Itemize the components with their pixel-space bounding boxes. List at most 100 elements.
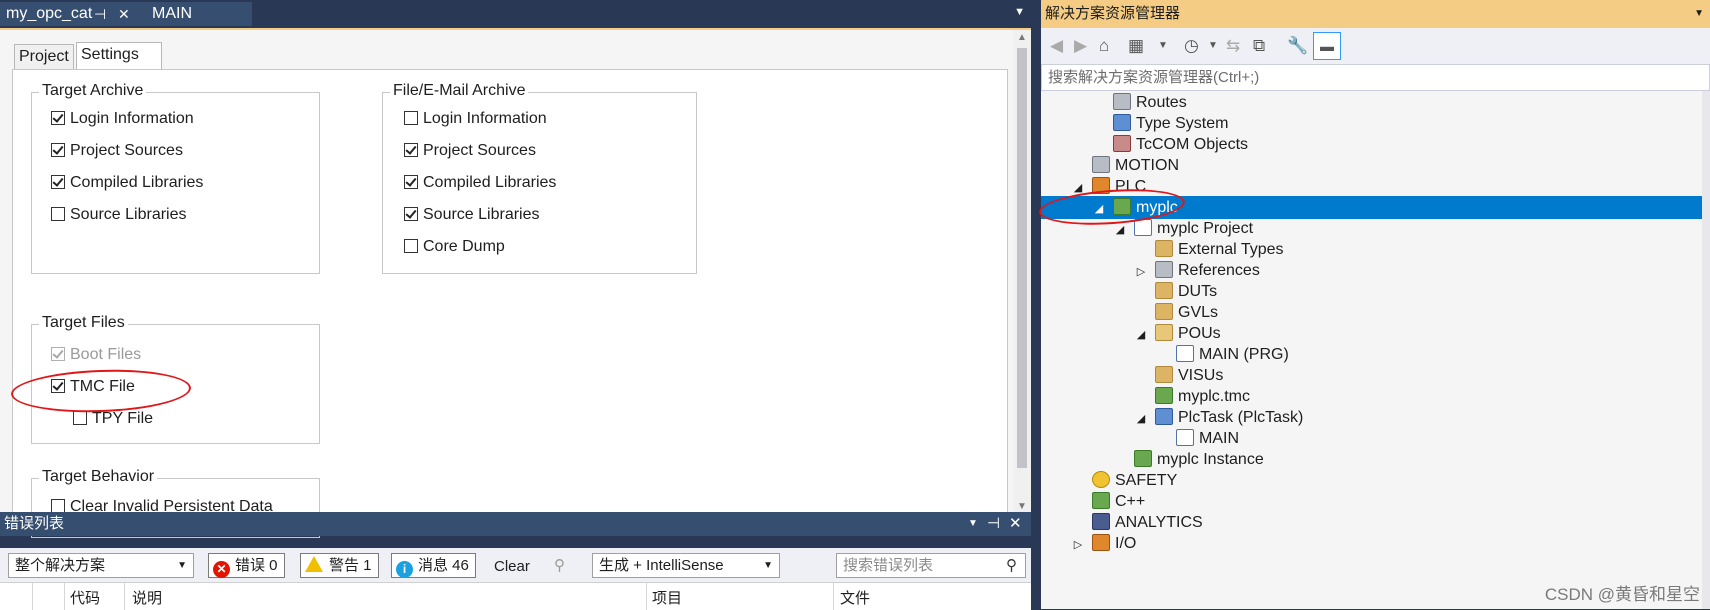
editor-scrollbar[interactable]: ▲ ▼ — [1013, 30, 1031, 514]
target-archive-group: Target Archive Login Information Project… — [31, 82, 320, 274]
checkbox-tpy-file[interactable]: TPY File — [73, 409, 153, 429]
tree-item-label: ANALYTICS — [1115, 514, 1203, 531]
group-title: Target Behavior — [39, 468, 158, 486]
tree-item-label: References — [1178, 262, 1260, 279]
tab-project[interactable]: Project — [14, 44, 74, 70]
tree-item-external-types[interactable]: External Types — [1041, 238, 1284, 261]
checkbox-checked-icon — [51, 143, 65, 157]
forward-icon[interactable]: ▶ — [1074, 36, 1087, 56]
tree-item-myplc-project[interactable]: ◢ myplc Project — [1041, 217, 1253, 240]
column-header-description[interactable]: 说明 — [132, 587, 162, 608]
pin-icon[interactable]: ⊣ — [987, 512, 1000, 536]
checkbox-source-libraries[interactable]: Source Libraries — [404, 205, 540, 225]
folder-icon — [1155, 366, 1173, 383]
tree-item-routes[interactable]: Routes — [1041, 91, 1187, 114]
pin-icon[interactable]: ⊣ — [94, 2, 106, 26]
collapse-all-icon[interactable]: ⧉ — [1253, 36, 1265, 56]
preview-selected-icon[interactable]: ▬ — [1313, 32, 1341, 60]
plc-icon — [1092, 177, 1110, 194]
tree-item-type-system[interactable]: Type System — [1041, 112, 1228, 135]
build-source-value: 生成 + IntelliSense — [599, 557, 724, 574]
scope-value: 整个解决方案 — [15, 557, 106, 574]
task-call-icon — [1176, 429, 1194, 446]
checkbox-unchecked-icon — [404, 239, 418, 253]
errors-filter-button[interactable]: ✕ 错误 0 — [208, 553, 285, 578]
tab-my-opc-cat[interactable]: my_opc_cat ⊣ ✕ — [0, 2, 146, 26]
close-icon[interactable]: ✕ — [1009, 512, 1022, 536]
checkbox-boot-files: Boot Files — [51, 345, 141, 365]
tree-item-motion[interactable]: MOTION — [1041, 154, 1179, 177]
tree-item-label: GVLs — [1178, 304, 1219, 321]
clear-button[interactable]: Clear — [494, 558, 530, 575]
type-system-icon — [1113, 114, 1131, 131]
checkbox-label: Login Information — [423, 110, 547, 127]
tree-item-tccom-objects[interactable]: TcCOM Objects — [1041, 133, 1248, 156]
program-icon — [1176, 345, 1194, 362]
tree-item-main[interactable]: MAIN — [1041, 427, 1239, 450]
tree-item-visus[interactable]: VISUs — [1041, 364, 1223, 387]
checkbox-project-sources[interactable]: Project Sources — [51, 141, 183, 161]
tree-item-duts[interactable]: DUTs — [1041, 280, 1217, 303]
messages-filter-button[interactable]: i 消息 46 — [391, 553, 476, 578]
checkbox-source-libraries[interactable]: Source Libraries — [51, 205, 187, 225]
search-icon[interactable]: ⚲ — [1006, 554, 1017, 577]
build-source-select[interactable]: 生成 + IntelliSense ▼ — [592, 553, 780, 578]
filter-icon[interactable]: ⚲ — [554, 556, 565, 574]
tree-item-c[interactable]: C++ — [1041, 490, 1145, 513]
tab-settings[interactable]: Settings — [76, 42, 162, 72]
pane-splitter[interactable] — [1031, 0, 1041, 609]
errors-count: 错误 0 — [235, 557, 278, 574]
tree-item-myplc[interactable]: ◢ myplc — [1041, 196, 1702, 219]
instance-icon — [1134, 450, 1152, 467]
tree-item-analytics[interactable]: ANALYTICS — [1041, 511, 1203, 534]
pending-changes-icon[interactable]: ◷ — [1184, 36, 1199, 56]
tree-item-myplc-instance[interactable]: myplc Instance — [1041, 448, 1264, 471]
chevron-down-icon[interactable]: ▼ — [1158, 40, 1168, 51]
column-header-project[interactable]: 项目 — [652, 587, 682, 608]
solution-search-input[interactable]: 搜索解决方案资源管理器(Ctrl+;) — [1041, 64, 1710, 91]
plc-project-icon — [1113, 198, 1131, 215]
checkbox-checked-icon — [404, 175, 418, 189]
tree-item-pous[interactable]: ◢ POUs — [1041, 322, 1221, 345]
expand-arrow-icon[interactable]: ▷ — [1071, 534, 1085, 557]
checkbox-compiled-libraries[interactable]: Compiled Libraries — [51, 173, 203, 193]
tree-item-gvls[interactable]: GVLs — [1041, 301, 1218, 324]
dropdown-icon[interactable]: ▼ — [1694, 0, 1704, 28]
tree-scrollbar[interactable] — [1702, 91, 1710, 609]
tree-item-plc[interactable]: ◢ PLC — [1041, 175, 1146, 198]
tree-item-safety[interactable]: SAFETY — [1041, 469, 1177, 492]
dropdown-icon[interactable]: ▼ — [968, 512, 978, 536]
tree-item-plctask-plctask[interactable]: ◢ PlcTask (PlcTask) — [1041, 406, 1303, 429]
tab-overflow-icon[interactable]: ▼ — [1014, 6, 1025, 18]
home-icon[interactable]: ⌂ — [1099, 36, 1109, 56]
switch-views-icon[interactable]: ▦ — [1128, 36, 1144, 56]
column-header-file[interactable]: 文件 — [840, 587, 870, 608]
properties-wrench-icon[interactable]: 🔧 — [1287, 36, 1308, 56]
tab-main[interactable]: MAIN — [146, 2, 252, 26]
column-header-code[interactable]: 代码 — [70, 587, 100, 608]
scrollbar-thumb[interactable] — [1017, 48, 1027, 468]
checkbox-tmc-file[interactable]: TMC File — [51, 377, 135, 397]
checkbox-login-information[interactable]: Login Information — [51, 109, 194, 129]
sync-icon[interactable]: ⇆ — [1226, 36, 1240, 56]
checkbox-project-sources[interactable]: Project Sources — [404, 141, 536, 161]
checkbox-label: Source Libraries — [423, 206, 540, 223]
scope-select[interactable]: 整个解决方案 ▼ — [8, 553, 194, 578]
chevron-down-icon[interactable]: ▼ — [1208, 40, 1218, 51]
tree-item-main-prg[interactable]: MAIN (PRG) — [1041, 343, 1289, 366]
checkbox-core-dump[interactable]: Core Dump — [404, 237, 505, 257]
tree-item-references[interactable]: ▷ References — [1041, 259, 1260, 282]
scroll-down-icon[interactable]: ▼ — [1017, 501, 1027, 512]
tree-item-i-o[interactable]: ▷ I/O — [1041, 532, 1136, 555]
close-icon[interactable]: ✕ — [118, 2, 130, 26]
tree-item-myplc-tmc[interactable]: myplc.tmc — [1041, 385, 1250, 408]
checkbox-login-information[interactable]: Login Information — [404, 109, 547, 129]
references-icon — [1155, 261, 1173, 278]
checkbox-compiled-libraries[interactable]: Compiled Libraries — [404, 173, 556, 193]
back-icon[interactable]: ◀ — [1050, 36, 1063, 56]
warnings-filter-button[interactable]: 警告 1 — [300, 553, 379, 578]
error-search-input[interactable]: 搜索错误列表 ⚲ — [836, 553, 1026, 578]
chevron-down-icon: ▼ — [763, 560, 773, 571]
scroll-up-icon[interactable]: ▲ — [1017, 32, 1027, 43]
tree-item-label: POUs — [1178, 325, 1221, 342]
